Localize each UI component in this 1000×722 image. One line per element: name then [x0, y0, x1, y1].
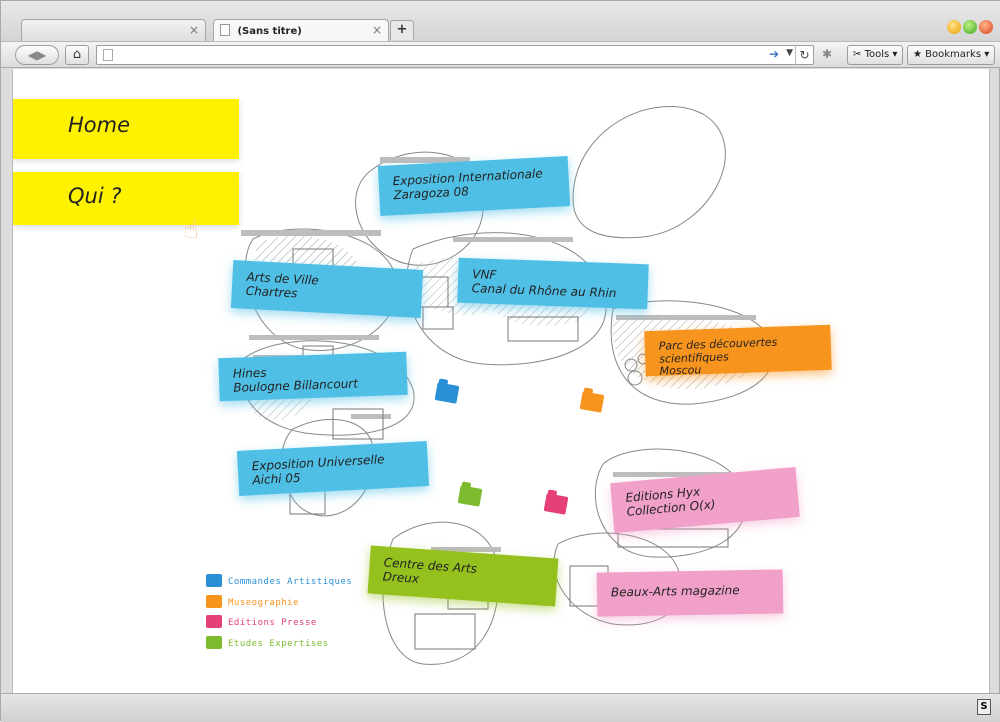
chevron-down-icon[interactable]: ▼ — [786, 48, 793, 58]
project-zaragoza[interactable]: Exposition Internationale Zaragoza 08 — [377, 156, 571, 216]
hand-cursor-icon: ☝ — [183, 215, 199, 245]
addon-icon[interactable]: ✱ — [819, 47, 835, 63]
address-bar[interactable]: ➔ ▼ ↻ — [96, 45, 814, 65]
tab-label: (Sans titre) — [237, 26, 302, 37]
home-button[interactable]: ⌂ — [65, 45, 89, 65]
minimize-button[interactable] — [947, 20, 961, 34]
project-moscou[interactable]: Parc des découvertes scientifiques Mosco… — [644, 324, 832, 378]
folder-blue-icon — [206, 574, 222, 587]
navigation-toolbar: ◀▶ ⌂ ➔ ▼ ↻ ✱ ✂ Tools ▾ ★ Bookmarks ▾ — [1, 41, 1000, 68]
bookmarks-label: Bookmarks — [925, 49, 982, 60]
chevron-down-icon: ▾ — [984, 49, 990, 60]
back-arrow-icon[interactable]: ◀ — [28, 48, 37, 62]
close-tab-icon[interactable]: × — [189, 23, 199, 37]
new-tab-button[interactable]: + — [390, 20, 414, 40]
project-chartres[interactable]: Arts de Ville Chartres — [230, 260, 424, 318]
legend-label: Editions Presse — [228, 618, 317, 628]
folder-orange-icon — [206, 595, 222, 608]
reload-icon[interactable]: ↻ — [795, 45, 813, 65]
wrench-icon: ✂ — [853, 49, 862, 60]
legend-label: Etudes Expertises — [228, 639, 329, 649]
folder-blue-icon[interactable] — [434, 382, 460, 404]
folder-pink-icon — [206, 615, 222, 628]
legend-label: Commandes Artistiques — [228, 577, 353, 587]
nav-home[interactable]: Home — [13, 99, 239, 159]
project-beaux-arts[interactable]: Beaux-Arts magazine — [596, 569, 784, 617]
tab-inactive[interactable]: × — [21, 19, 206, 41]
close-tab-icon[interactable]: × — [372, 23, 382, 37]
maximize-button[interactable] — [963, 20, 977, 34]
folder-pink-icon[interactable] — [543, 493, 569, 515]
legend-label: Museographie — [228, 598, 300, 608]
tab-active[interactable]: (Sans titre) × — [213, 19, 389, 41]
folder-orange-icon[interactable] — [579, 391, 605, 413]
close-window-button[interactable] — [979, 20, 993, 34]
folder-green-icon — [206, 636, 222, 649]
empty-bubble — [572, 106, 726, 239]
page-icon — [103, 49, 113, 61]
status-icon[interactable]: S — [977, 699, 991, 715]
tab-strip: × (Sans titre) × + — [1, 1, 1000, 41]
project-vnf[interactable]: VNF Canal du Rhône au Rhin — [457, 257, 649, 310]
nav-qui[interactable]: Qui ? — [13, 172, 239, 225]
browser-window: × (Sans titre) × + ◀▶ ⌂ ➔ ▼ ↻ ✱ ✂ Tools … — [0, 0, 1000, 722]
home-icon: ⌂ — [72, 47, 82, 62]
folder-green-icon[interactable] — [457, 485, 483, 507]
chevron-down-icon: ▾ — [892, 49, 898, 60]
back-forward-buttons[interactable]: ◀▶ — [15, 45, 59, 65]
page-content: Home Qui ? ☝ Exposition Internationale Z… — [12, 69, 990, 693]
tools-button[interactable]: ✂ Tools ▾ — [847, 45, 904, 65]
bookmarks-button[interactable]: ★ Bookmarks ▾ — [907, 45, 996, 65]
tools-label: Tools — [864, 49, 890, 60]
project-hines[interactable]: Hines Boulogne Billancourt — [218, 351, 408, 402]
go-arrow-icon[interactable]: ➔ — [769, 47, 779, 61]
star-icon: ★ — [913, 49, 922, 60]
status-bar: S — [1, 693, 1000, 722]
page-icon — [220, 24, 230, 36]
forward-arrow-icon[interactable]: ▶ — [37, 48, 46, 62]
